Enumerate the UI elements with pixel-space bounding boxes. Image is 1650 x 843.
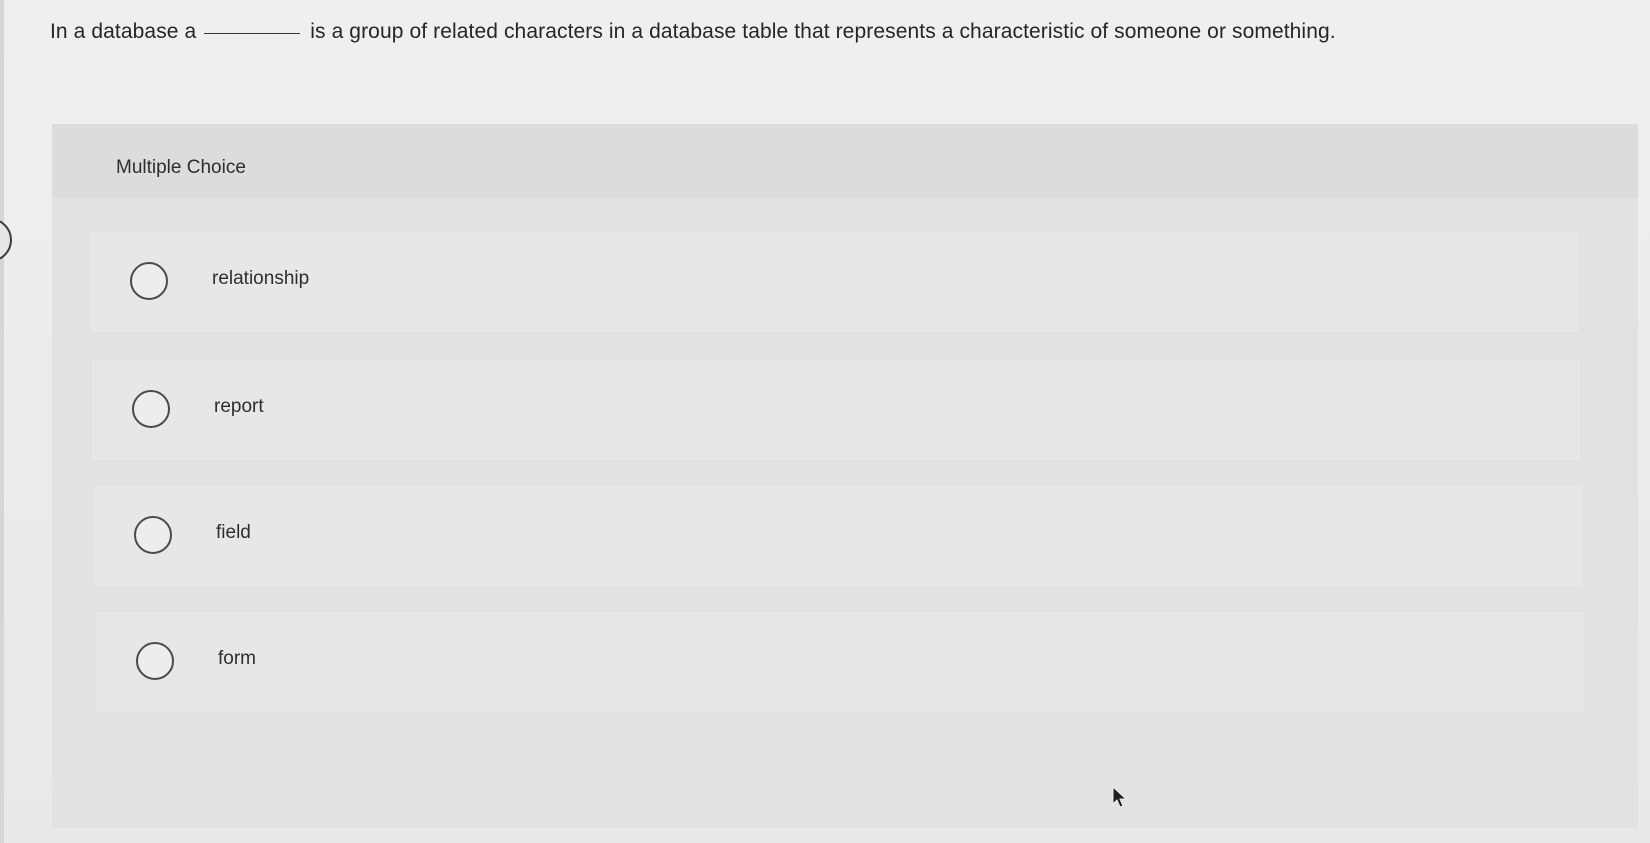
option-label: field (216, 522, 251, 543)
option-label: form (218, 648, 256, 669)
multiple-choice-title: Multiple Choice (116, 157, 246, 178)
answer-blank (204, 33, 301, 34)
option-field[interactable]: field (94, 486, 1582, 586)
radio-circle-icon[interactable] (132, 390, 170, 428)
page: In a database a is a group of related cha… (0, 0, 1650, 843)
left-edge (0, 0, 4, 843)
mouse-pointer-icon (1112, 786, 1128, 808)
multiple-choice-header: Multiple Choice (52, 124, 1638, 198)
option-label: report (214, 396, 264, 417)
option-label: relationship (212, 268, 310, 289)
radio-circle-icon[interactable] (136, 642, 174, 680)
radio-circle-icon[interactable] (134, 516, 172, 554)
question-text-after: is a group of related characters in a da… (310, 20, 1336, 43)
question-text: In a database a is a group of related cha… (50, 20, 1336, 44)
radio-circle-icon[interactable] (130, 262, 168, 300)
multiple-choice-panel: Multiple Choice relationship report fiel… (52, 124, 1638, 828)
option-form[interactable]: form (96, 612, 1584, 712)
option-report[interactable]: report (92, 360, 1580, 460)
option-relationship[interactable]: relationship (90, 232, 1578, 332)
question-text-before: In a database a (50, 20, 197, 43)
side-panel-toggle[interactable] (0, 218, 12, 262)
